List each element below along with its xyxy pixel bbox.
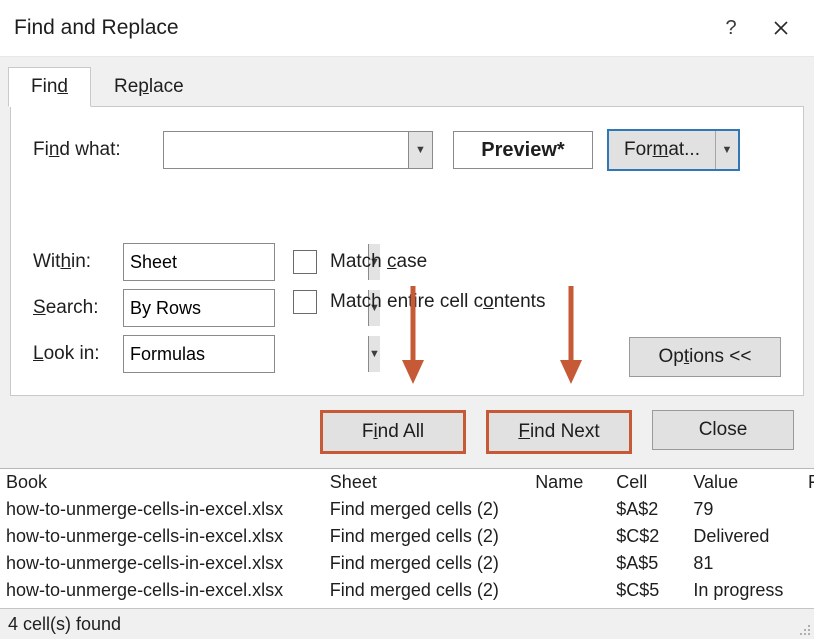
format-button-main[interactable]: Format...: [609, 131, 715, 169]
search-label: Search:: [33, 297, 123, 319]
col-header-cell[interactable]: Cell: [610, 472, 687, 493]
col-header-book[interactable]: Book: [0, 472, 324, 493]
tab-find[interactable]: Find: [8, 67, 91, 107]
tab-strip: Find Replace Find Replace: [8, 67, 804, 107]
cell-book: how-to-unmerge-cells-in-excel.xlsx: [0, 580, 324, 601]
grid-header-row: Book Sheet Name Cell Value For...: [0, 469, 814, 496]
table-row[interactable]: how-to-unmerge-cells-in-excel.xlsxFind m…: [0, 496, 814, 523]
match-case-label: Match case: [330, 251, 427, 273]
status-text: 4 cell(s) found: [8, 614, 121, 635]
match-entire-checkbox[interactable]: [293, 290, 317, 314]
cell-sheet: Find merged cells (2): [324, 526, 529, 547]
cell-cell: $A$2: [610, 499, 687, 520]
col-header-value[interactable]: Value: [687, 472, 802, 493]
table-row[interactable]: how-to-unmerge-cells-in-excel.xlsxFind m…: [0, 523, 814, 550]
col-header-format[interactable]: For...: [802, 472, 814, 493]
cell-cell: $C$5: [610, 580, 687, 601]
find-all-button[interactable]: Find All: [320, 410, 466, 454]
table-row[interactable]: how-to-unmerge-cells-in-excel.xlsxFind m…: [0, 550, 814, 577]
find-panel: Find what: Find what: ▼ Preview* Format.…: [10, 106, 804, 396]
dialog-title: Find and Replace: [14, 16, 179, 40]
find-next-button[interactable]: Find Next: [486, 410, 632, 454]
within-label: Within:: [33, 251, 123, 273]
within-select[interactable]: ▼: [123, 243, 275, 281]
chevron-down-icon: ▼: [415, 144, 426, 156]
match-case-row[interactable]: Match case Match case: [293, 242, 545, 282]
match-case-checkbox[interactable]: [293, 250, 317, 274]
table-row[interactable]: how-to-unmerge-cells-in-excel.xlsxFind m…: [0, 577, 814, 604]
cell-cell: $A$5: [610, 553, 687, 574]
status-bar: 4 cell(s) found: [0, 608, 814, 639]
cell-value: Delivered: [687, 526, 802, 547]
find-what-dropdown[interactable]: ▼: [408, 132, 432, 168]
format-button-split[interactable]: ▼: [715, 131, 738, 169]
cell-value: 81: [687, 553, 802, 574]
look-in-select[interactable]: ▼: [123, 335, 275, 373]
close-icon: [773, 20, 789, 36]
chevron-down-icon: ▼: [722, 144, 733, 156]
cell-value: 79: [687, 499, 802, 520]
close-window-button[interactable]: [756, 8, 806, 48]
results-grid[interactable]: Book Sheet Name Cell Value For... how-to…: [0, 468, 814, 604]
look-in-label: Look in:: [33, 343, 123, 365]
find-what-field[interactable]: ▼: [163, 131, 433, 169]
cell-book: how-to-unmerge-cells-in-excel.xlsx: [0, 553, 324, 574]
button-row: Find All Find All Find Next Find Next Cl…: [10, 396, 804, 468]
close-button[interactable]: Close: [652, 410, 794, 450]
dialog-body: Find Replace Find Replace Find what: Fin…: [0, 57, 814, 468]
help-button[interactable]: ?: [706, 8, 756, 48]
options-button[interactable]: Options <<: [629, 337, 781, 377]
format-button[interactable]: Format... Format... ▼: [607, 129, 740, 171]
search-select[interactable]: ▼: [123, 289, 275, 327]
cell-sheet: Find merged cells (2): [324, 499, 529, 520]
format-preview: Preview*: [453, 131, 593, 169]
match-entire-label: Match entire cell contents: [330, 291, 545, 313]
find-what-input[interactable]: [164, 132, 408, 168]
cell-book: how-to-unmerge-cells-in-excel.xlsx: [0, 499, 324, 520]
cell-sheet: Find merged cells (2): [324, 553, 529, 574]
cell-cell: $C$2: [610, 526, 687, 547]
find-what-label: Find what:: [33, 139, 163, 161]
col-header-name[interactable]: Name: [529, 472, 610, 493]
cell-book: how-to-unmerge-cells-in-excel.xlsx: [0, 526, 324, 547]
cell-value: In progress: [687, 580, 802, 601]
title-bar: Find and Replace ?: [0, 0, 814, 57]
col-header-sheet[interactable]: Sheet: [324, 472, 529, 493]
match-entire-row[interactable]: Match entire cell contents Match entire …: [293, 282, 545, 322]
cell-sheet: Find merged cells (2): [324, 580, 529, 601]
tab-replace[interactable]: Replace: [91, 67, 207, 107]
